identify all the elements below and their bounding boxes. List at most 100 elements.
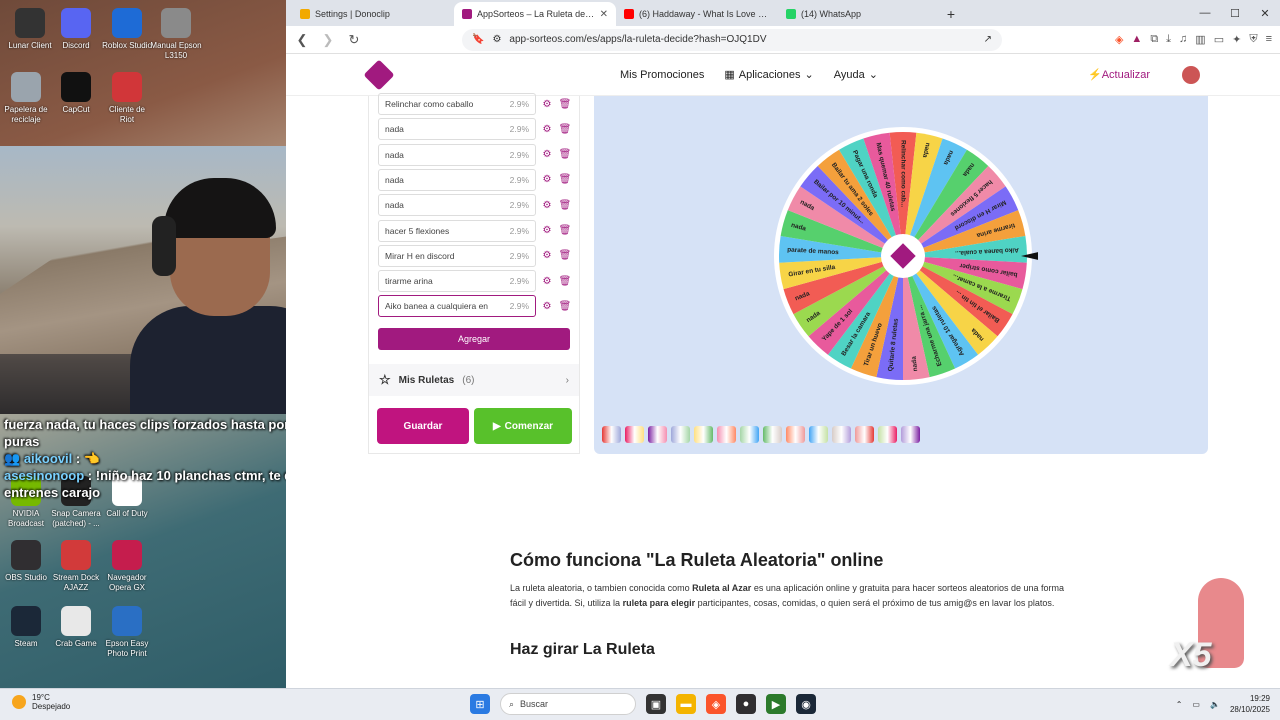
- trash-icon[interactable]: 🗑: [558, 174, 572, 185]
- roulette-wheel[interactable]: Relinchar como cab... nada nadanadahacer 5…: [768, 121, 1038, 391]
- trash-icon[interactable]: 🗑: [558, 200, 572, 211]
- trash-icon[interactable]: 🗑: [558, 225, 572, 236]
- gear-icon[interactable]: ⚙: [540, 124, 554, 135]
- gear-icon[interactable]: ⚙: [540, 301, 554, 312]
- color-swatch[interactable]: [602, 426, 621, 443]
- save-button[interactable]: Guardar: [377, 408, 469, 444]
- avatar[interactable]: [1182, 65, 1200, 84]
- chevron-up-icon[interactable]: ⌃: [1176, 700, 1183, 709]
- network-icon[interactable]: ▭: [1192, 700, 1200, 709]
- close-window-icon[interactable]: ✕: [1250, 0, 1280, 26]
- color-swatch[interactable]: [901, 426, 920, 443]
- color-swatch[interactable]: [855, 426, 874, 443]
- desktop-icon[interactable]: Crab Game: [50, 606, 102, 649]
- reload-icon[interactable]: ↻: [346, 32, 362, 48]
- gear-icon[interactable]: ⚙: [540, 99, 554, 110]
- entry-input[interactable]: tirarme arina 2.9%: [378, 270, 536, 293]
- close-tab-icon[interactable]: ✕: [600, 9, 608, 20]
- vpn-icon[interactable]: ⛨: [1249, 33, 1257, 46]
- trash-icon[interactable]: 🗑: [558, 276, 572, 287]
- new-tab-button[interactable]: +: [940, 2, 962, 26]
- extensions-icon[interactable]: ⧉: [1150, 33, 1158, 46]
- gear-icon[interactable]: ⚙: [540, 250, 554, 261]
- entry-input[interactable]: nada 2.9%: [378, 143, 536, 166]
- ai-icon[interactable]: ✦: [1232, 33, 1241, 46]
- music-icon[interactable]: ♫: [1179, 33, 1187, 46]
- color-swatch[interactable]: [832, 426, 851, 443]
- obs-icon[interactable]: ●: [736, 694, 756, 714]
- color-swatch[interactable]: [671, 426, 690, 443]
- color-swatch[interactable]: [763, 426, 782, 443]
- back-icon[interactable]: ❮: [294, 32, 310, 48]
- entry-input[interactable]: Relinchar como caballo 2.9%: [378, 93, 536, 115]
- desktop-icon[interactable]: Papelera de reciclaje: [0, 72, 52, 125]
- mis-ruletas-row[interactable]: ☆ Mis Ruletas (6) ›: [369, 364, 579, 396]
- desktop-icon[interactable]: Cliente de Riot: [101, 72, 153, 125]
- gear-icon[interactable]: ⚙: [540, 174, 554, 185]
- wallet-icon[interactable]: ▭: [1214, 33, 1224, 46]
- trash-icon[interactable]: 🗑: [558, 124, 572, 135]
- desktop-icon[interactable]: Stream Dock AJAZZ: [50, 540, 102, 593]
- gear-icon[interactable]: ⚙: [540, 225, 554, 236]
- gear-icon[interactable]: ⚙: [540, 149, 554, 160]
- entry-input[interactable]: hacer 5 flexiones 2.9%: [378, 219, 536, 242]
- add-entry-button[interactable]: Agregar: [378, 328, 570, 350]
- color-swatch[interactable]: [717, 426, 736, 443]
- browser-tab[interactable]: Settings | Donoclip: [292, 2, 454, 26]
- site-info-icon[interactable]: ⚙: [492, 34, 501, 45]
- rewards-icon[interactable]: ▲: [1131, 33, 1142, 46]
- desktop-icon[interactable]: Lunar Client: [4, 8, 56, 51]
- desktop-icon[interactable]: Roblox Studio: [101, 8, 153, 51]
- task-view-icon[interactable]: ▣: [646, 694, 666, 714]
- trash-icon[interactable]: 🗑: [558, 301, 572, 312]
- color-swatch[interactable]: [648, 426, 667, 443]
- trash-icon[interactable]: 🗑: [558, 149, 572, 160]
- url-field[interactable]: 🔖 ⚙ app-sorteos.com/es/apps/la-ruleta-de…: [462, 28, 1002, 51]
- forward-icon[interactable]: ❯: [320, 32, 336, 48]
- taskbar-search[interactable]: ⌕ Buscar: [500, 693, 636, 715]
- color-swatch[interactable]: [740, 426, 759, 443]
- weather-widget[interactable]: 19°C Despejado: [12, 693, 70, 711]
- entry-input[interactable]: nada 2.9%: [378, 118, 536, 141]
- minimize-icon[interactable]: —: [1190, 0, 1220, 26]
- color-swatch[interactable]: [786, 426, 805, 443]
- entry-input[interactable]: nada 2.9%: [378, 194, 536, 217]
- file-explorer-icon[interactable]: ▬: [676, 694, 696, 714]
- upgrade-link[interactable]: ⚡Actualizar: [1088, 68, 1150, 81]
- gear-icon[interactable]: ⚙: [540, 200, 554, 211]
- color-swatch[interactable]: [694, 426, 713, 443]
- terminal-icon[interactable]: ▶: [766, 694, 786, 714]
- desktop-icon[interactable]: Steam: [0, 606, 52, 649]
- desktop-icon[interactable]: Discord: [50, 8, 102, 51]
- shield-icon[interactable]: ◈: [1115, 33, 1123, 46]
- windows-start-icon[interactable]: ⊞: [470, 694, 490, 714]
- color-swatch[interactable]: [878, 426, 897, 443]
- menu-mis-promociones[interactable]: Mis Promociones: [620, 68, 704, 81]
- browser-tab-active[interactable]: AppSorteos – La Ruleta de la Su... ✕: [454, 2, 616, 26]
- color-swatch[interactable]: [625, 426, 644, 443]
- trash-icon[interactable]: 🗑: [558, 250, 572, 261]
- sidebar-icon[interactable]: ▥: [1195, 33, 1205, 46]
- desktop-icon[interactable]: Navegador Opera GX: [101, 540, 153, 593]
- desktop-icon[interactable]: CapCut: [50, 72, 102, 115]
- browser-tab[interactable]: (6) Haddaway - What Is Love (lyr...: [616, 2, 778, 26]
- desktop-icon[interactable]: Manual Epson L3150: [150, 8, 202, 61]
- menu-icon[interactable]: ≡: [1266, 33, 1272, 46]
- desktop-icon[interactable]: Epson Easy Photo Print: [101, 606, 153, 659]
- bookmark-icon[interactable]: 🔖: [472, 34, 484, 45]
- browser-tab[interactable]: (14) WhatsApp: [778, 2, 940, 26]
- download-icon[interactable]: ⤓: [1166, 33, 1171, 46]
- desktop-icon[interactable]: OBS Studio: [0, 540, 52, 583]
- share-icon[interactable]: ↗: [984, 34, 992, 45]
- steam-icon[interactable]: ◉: [796, 694, 816, 714]
- appsorteos-logo[interactable]: [363, 58, 395, 91]
- entry-input[interactable]: nada 2.9%: [378, 168, 536, 191]
- start-button[interactable]: ▶ Comenzar: [474, 408, 572, 444]
- maximize-icon[interactable]: ☐: [1220, 0, 1250, 26]
- menu-ayuda[interactable]: Ayuda ⌄: [834, 68, 878, 82]
- menu-aplicaciones[interactable]: ▦ Aplicaciones ⌄: [724, 68, 813, 82]
- color-swatch[interactable]: [809, 426, 828, 443]
- brave-icon[interactable]: ◈: [706, 694, 726, 714]
- entry-input[interactable]: Mirar H en discord 2.9%: [378, 244, 536, 267]
- trash-icon[interactable]: 🗑: [558, 99, 572, 110]
